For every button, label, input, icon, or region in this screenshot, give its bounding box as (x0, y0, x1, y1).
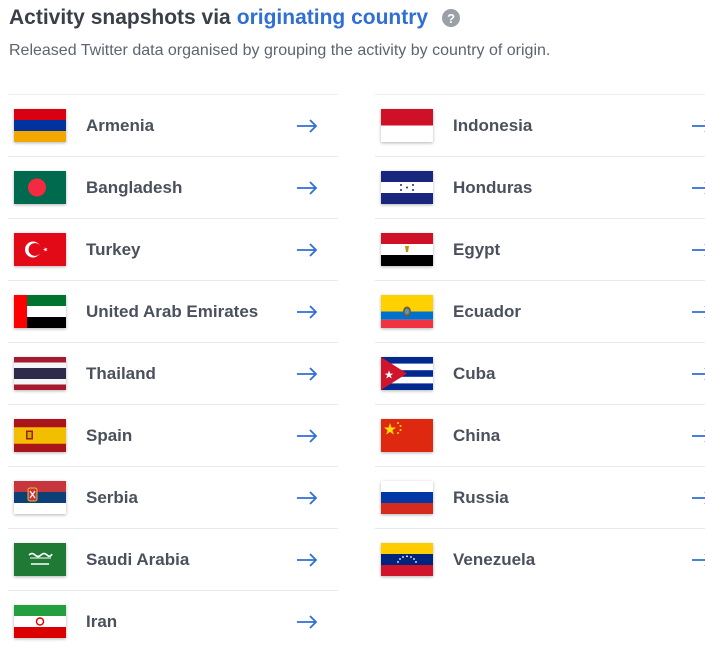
spain-flag-icon (14, 419, 66, 452)
country-name: United Arab Emirates (86, 301, 259, 321)
country-name: Thailand (86, 363, 156, 383)
serbia-flag-icon (14, 481, 66, 514)
country-name: Venezuela (453, 549, 536, 569)
country-row-bangladesh[interactable]: Bangladesh (8, 156, 338, 218)
arrow-right-icon[interactable] (691, 243, 705, 257)
country-name: Cuba (453, 363, 496, 383)
arrow-right-icon[interactable] (296, 304, 318, 319)
country-row-saudi-arabia[interactable]: Saudi Arabia (8, 528, 338, 590)
russia-flag-icon (381, 481, 433, 514)
uae-flag-icon (14, 295, 66, 328)
country-row-indonesia[interactable]: Indonesia (375, 94, 705, 156)
arrow-right-icon[interactable] (296, 180, 318, 195)
turkey-flag-icon (14, 233, 66, 266)
arrow-right-icon[interactable] (296, 490, 318, 505)
country-row-ecuador[interactable]: Ecuador (375, 280, 705, 342)
arrow-right-icon[interactable] (296, 428, 318, 443)
arrow-right-icon[interactable] (691, 305, 705, 319)
arrow-right-icon[interactable] (691, 367, 705, 381)
country-row-china[interactable]: China (375, 404, 705, 466)
arrow-right-icon[interactable] (296, 614, 318, 629)
country-name: Indonesia (453, 115, 533, 135)
iran-flag-icon (14, 605, 66, 638)
country-name: Russia (453, 487, 509, 507)
country-name: Honduras (453, 177, 533, 197)
armenia-flag-icon (14, 109, 66, 142)
cuba-flag-icon (381, 357, 433, 390)
page-header: Activity snapshots via originating count… (9, 6, 550, 60)
country-row-armenia[interactable]: Armenia (8, 94, 338, 156)
venezuela-flag-icon (381, 543, 433, 576)
country-name: Saudi Arabia (86, 549, 190, 569)
country-list-left: Armenia Bangladesh Turkey United Arab Em… (8, 94, 338, 652)
arrow-right-icon[interactable] (296, 118, 318, 133)
china-flag-icon (381, 419, 433, 452)
arrow-right-icon[interactable] (296, 552, 318, 567)
country-row-uae[interactable]: United Arab Emirates (8, 280, 338, 342)
arrow-right-icon[interactable] (691, 119, 705, 133)
country-row-serbia[interactable]: Serbia (8, 466, 338, 528)
egypt-flag-icon (381, 233, 433, 266)
country-row-spain[interactable]: Spain (8, 404, 338, 466)
country-row-venezuela[interactable]: Venezuela (375, 528, 705, 590)
country-name: Iran (86, 611, 118, 631)
arrow-right-icon[interactable] (691, 181, 705, 195)
title-prefix: Activity snapshots via (9, 6, 231, 29)
country-name: Spain (86, 425, 133, 445)
country-row-honduras[interactable]: Honduras (375, 156, 705, 218)
page-title: Activity snapshots via originating count… (9, 6, 550, 30)
arrow-right-icon[interactable] (691, 491, 705, 505)
honduras-flag-icon (381, 171, 433, 204)
arrow-right-icon[interactable] (691, 429, 705, 443)
country-name: Armenia (86, 115, 155, 135)
saudi-arabia-flag-icon (14, 543, 66, 576)
bangladesh-flag-icon (14, 171, 66, 204)
country-name: Serbia (86, 487, 138, 507)
ecuador-flag-icon (381, 295, 433, 328)
country-row-thailand[interactable]: Thailand (8, 342, 338, 404)
indonesia-flag-icon (381, 109, 433, 142)
country-name: Bangladesh (86, 177, 183, 197)
country-row-cuba[interactable]: Cuba (375, 342, 705, 404)
page-subtitle: Released Twitter data organised by group… (9, 42, 551, 59)
originating-country-link[interactable]: originating country (237, 6, 428, 30)
country-row-russia[interactable]: Russia (375, 466, 705, 528)
country-name: China (453, 425, 501, 445)
country-list-right: Indonesia Honduras Egypt Ecuador Cuba Ch (375, 94, 705, 590)
country-row-turkey[interactable]: Turkey (8, 218, 338, 280)
arrow-right-icon[interactable] (296, 242, 318, 257)
country-row-egypt[interactable]: Egypt (375, 218, 705, 280)
arrow-right-icon[interactable] (296, 366, 318, 381)
country-name: Ecuador (453, 301, 522, 321)
thailand-flag-icon (14, 357, 66, 390)
arrow-right-icon[interactable] (691, 553, 705, 567)
country-name: Turkey (86, 239, 141, 259)
help-icon[interactable]: ? (442, 9, 461, 27)
country-name: Egypt (453, 239, 501, 259)
